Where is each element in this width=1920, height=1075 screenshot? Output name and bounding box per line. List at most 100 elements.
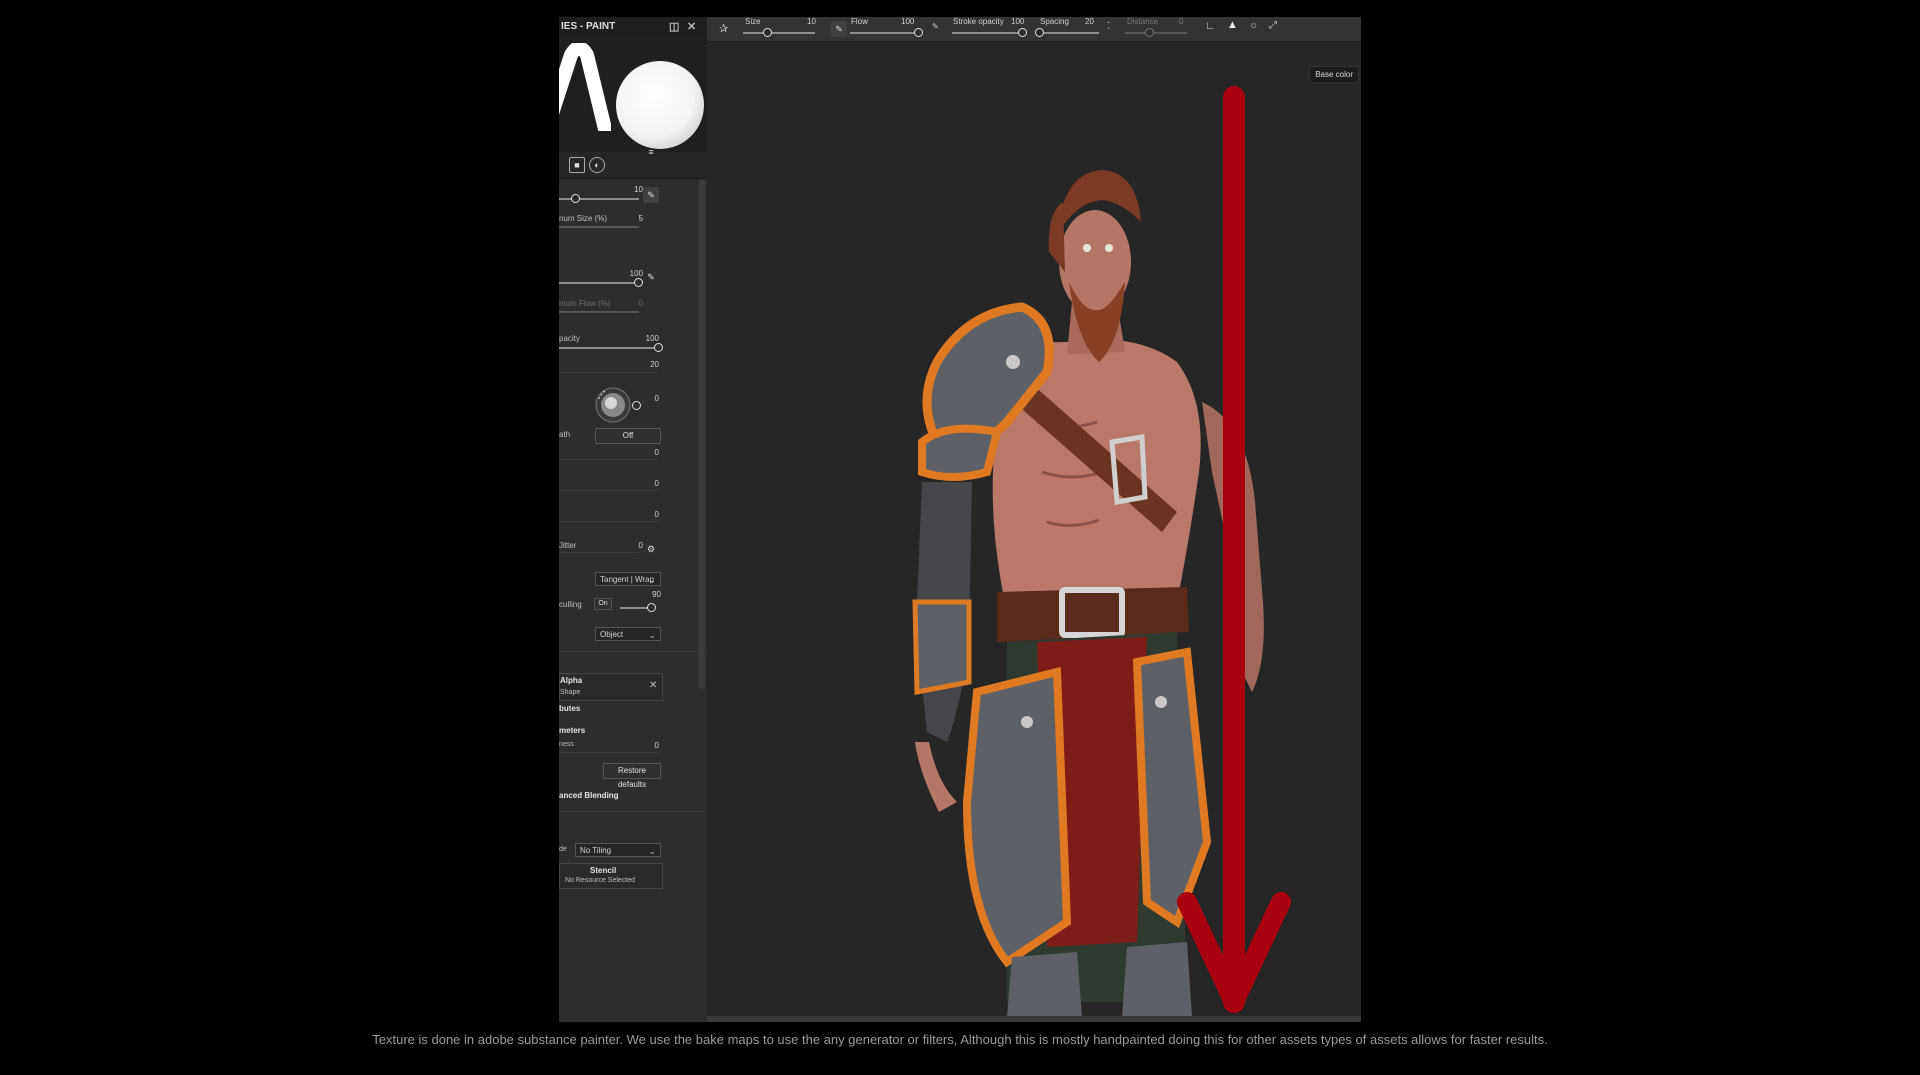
undock-icon[interactable]: ◫	[669, 17, 679, 37]
remove-alpha-icon[interactable]: ✕	[649, 680, 657, 691]
parameters-header[interactable]: meters	[559, 726, 585, 735]
follow-path-label: ath	[559, 430, 571, 439]
close-icon[interactable]: ✕	[687, 17, 696, 37]
toolbar-size-knob[interactable]	[763, 28, 772, 37]
stroke-opacity-label: pacity	[559, 334, 580, 343]
stencil-slot[interactable]: Stencil No Resource Selected	[559, 863, 663, 889]
follow-path-toggle[interactable]: Off	[595, 428, 661, 444]
jitter-4-value: 0	[638, 541, 643, 550]
angle-value: 0	[654, 394, 659, 403]
toolbar-size-label: Size	[745, 17, 761, 26]
lazy-mouse-icon[interactable]: ⁚	[1107, 21, 1110, 32]
divider	[559, 651, 707, 652]
jitter-2-slider[interactable]	[559, 490, 659, 491]
min-flow-label: mum Flow (%)	[559, 299, 611, 308]
jitter-4-label: Jitter	[559, 541, 577, 550]
toolbar-flow-pressure-icon[interactable]: ✎	[932, 22, 939, 31]
toolbar-distance-slider[interactable]	[1125, 32, 1187, 34]
hardness-value: 0	[654, 741, 659, 750]
toolbar-distance-value: 0	[1179, 17, 1184, 26]
backface-slider-knob[interactable]	[647, 603, 656, 612]
flow-pen-pressure-icon[interactable]: ✎	[643, 269, 659, 285]
toolbar-size-value: 10	[807, 17, 816, 26]
stroke-opacity-slider-track[interactable]	[559, 347, 659, 349]
jitter-3-slider[interactable]	[559, 521, 659, 522]
3d-viewport[interactable]: Base color	[707, 42, 1361, 1017]
presets-menu-icon[interactable]: ≡	[643, 144, 659, 160]
hardness-slider[interactable]	[559, 752, 659, 753]
caption-text: Texture is done in adobe substance paint…	[372, 1032, 1548, 1047]
attributes-header[interactable]: butes	[559, 704, 580, 713]
alpha-subtitle: Shape	[560, 689, 581, 696]
min-size-slider[interactable]	[559, 226, 639, 228]
jitter-3-value: 0	[654, 510, 659, 519]
tiling-dropdown[interactable]: No Tiling ⌄	[575, 843, 661, 857]
toolbar-flow-value: 100	[901, 17, 915, 26]
backface-culling-toggle[interactable]: On	[594, 598, 612, 610]
min-flow-value: 0	[638, 299, 643, 308]
stencil-subtitle: No Resource Selected	[565, 877, 636, 884]
jitter-1-value: 0	[654, 448, 659, 457]
space-dropdown[interactable]: Object ⌄	[595, 627, 661, 641]
toolbar-distance-knob[interactable]	[1145, 28, 1154, 37]
tiling-value: No Tiling	[580, 846, 612, 855]
stroke-opacity-slider-knob[interactable]	[654, 343, 663, 352]
character-model	[912, 86, 1291, 1017]
toolbar-stroke-opacity-label: Stroke opacity	[953, 17, 1004, 26]
space-value: Object	[600, 630, 624, 639]
size-slider-knob[interactable]	[571, 194, 580, 203]
toolbar-spacing-knob[interactable]	[1035, 28, 1044, 37]
restore-defaults-button[interactable]: Restore defaults	[603, 763, 661, 789]
stroke-opacity-value: 100	[645, 334, 659, 343]
toolbar-distance-label: Distance	[1127, 17, 1159, 26]
toolbar-flow-knob[interactable]	[914, 28, 923, 37]
advanced-blending-header[interactable]: anced Blending	[559, 791, 619, 800]
toolbar-size-pressure-icon[interactable]: ✎	[831, 21, 847, 37]
min-flow-slider[interactable]	[559, 311, 639, 313]
jitter-4-slider[interactable]	[559, 552, 639, 553]
stencil-title: Stencil	[590, 866, 617, 875]
brush-preset-icon[interactable]: ✰	[719, 22, 728, 35]
symmetry-icon[interactable]: ▲	[1227, 19, 1238, 31]
toolbar-flow-slider[interactable]	[850, 32, 922, 34]
alignment-value: Tangent | Wrap	[600, 575, 654, 584]
brush-stroke-preview	[559, 43, 611, 131]
flow-slider-knob[interactable]	[634, 278, 643, 287]
properties-paint-panel: IES - PAINT ◫ ✕ ■ ◐ ≡ 10 ✎ num Size (%) …	[559, 17, 708, 1022]
flow-slider-track[interactable]	[559, 282, 639, 284]
tiling-label: de	[559, 846, 567, 853]
spacing-value: 20	[650, 360, 659, 369]
toolbar-flow-label: Flow	[851, 17, 868, 26]
brush-tab-icon[interactable]: ■	[569, 157, 585, 173]
symmetry-axis-icon[interactable]: ∟	[1205, 20, 1216, 32]
size-pen-pressure-icon[interactable]: ✎	[643, 187, 659, 203]
viewport-scrollbar[interactable]	[707, 1016, 1361, 1022]
alignment-dropdown[interactable]: Tangent | Wrap ⌄	[595, 572, 661, 586]
hardness-label: ness	[559, 741, 574, 748]
material-tab-icon[interactable]: ◐	[589, 157, 605, 173]
panel-title-bar: IES - PAINT ◫ ✕	[559, 17, 707, 37]
gear-icon[interactable]: ⚙	[643, 541, 659, 557]
angle-dial[interactable]	[591, 385, 635, 425]
chevron-down-icon: ⌄	[648, 630, 656, 640]
toolbar-spacing-value: 20	[1085, 17, 1094, 26]
toolbar-spacing-slider[interactable]	[1037, 32, 1099, 34]
jitter-1-slider[interactable]	[559, 459, 659, 460]
alpha-slot[interactable]: Alpha Shape ✕	[559, 673, 663, 701]
toolbar-stroke-opacity-value: 100	[1011, 17, 1025, 26]
toolbar-size-slider[interactable]	[743, 32, 815, 34]
position-icon[interactable]: ⤢	[1269, 20, 1277, 31]
toolbar-stroke-opacity-slider[interactable]	[952, 32, 1024, 34]
chevron-down-icon: ⌄	[648, 575, 656, 585]
toolbar-stroke-opacity-knob[interactable]	[1018, 28, 1027, 37]
context-toolbar: ✰ Size 10 ✎ Flow 100 ✎ Stroke opacity 10…	[707, 17, 1361, 42]
panel-scrollbar[interactable]	[699, 179, 705, 689]
brush-preview	[559, 37, 707, 152]
min-size-label: num Size (%)	[559, 214, 608, 223]
divider	[559, 811, 707, 812]
chevron-down-icon: ⌄	[648, 846, 656, 856]
min-size-value: 5	[638, 214, 643, 223]
physics-icon[interactable]: ☼	[1249, 20, 1258, 31]
panel-tabs: ■ ◐	[559, 152, 707, 179]
toolbar-spacing-label: Spacing	[1040, 17, 1069, 26]
